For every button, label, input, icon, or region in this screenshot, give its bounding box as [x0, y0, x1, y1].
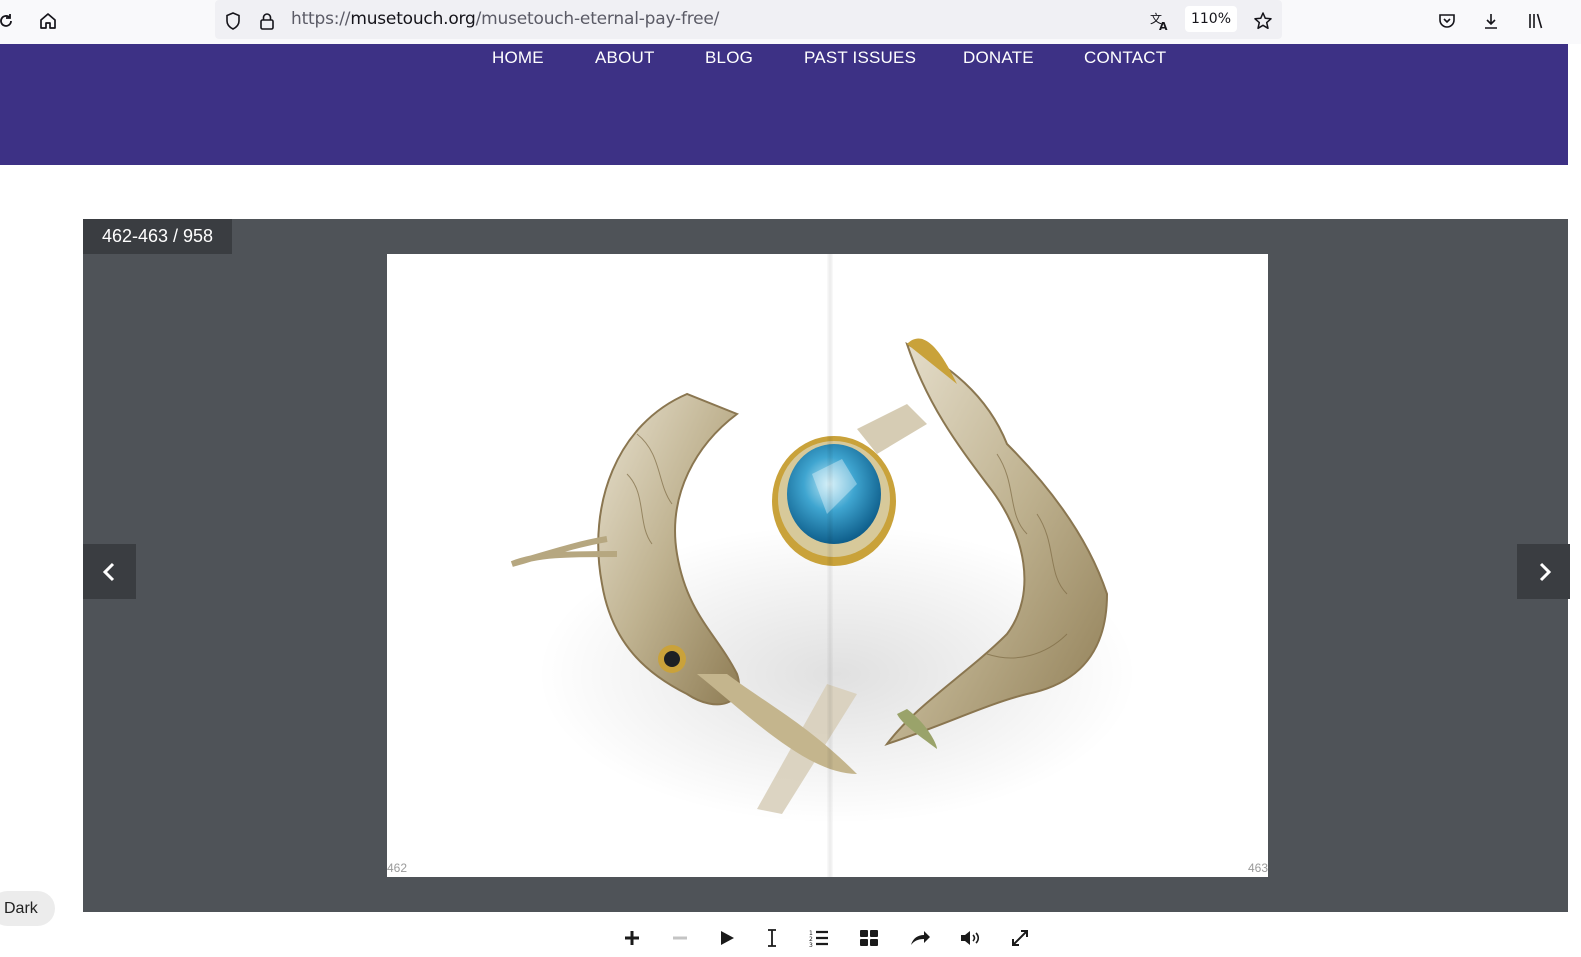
pocket-icon[interactable]	[1433, 7, 1461, 35]
share-button[interactable]	[906, 925, 934, 951]
zoom-in-icon	[625, 931, 639, 945]
nav-contact[interactable]: CONTACT	[1084, 48, 1166, 68]
reload-icon[interactable]	[0, 7, 20, 35]
chevron-left-icon	[102, 562, 114, 581]
chevron-right-icon	[1539, 562, 1551, 581]
home-icon[interactable]	[34, 7, 62, 35]
sound-icon	[961, 931, 980, 945]
right-page-number: 463	[1247, 861, 1268, 875]
lock-icon[interactable]	[253, 7, 281, 35]
shield-icon[interactable]	[219, 7, 247, 35]
fullscreen-button[interactable]	[1006, 925, 1034, 951]
dark-mode-toggle[interactable]: Dark	[0, 891, 55, 926]
sound-button[interactable]	[956, 925, 984, 951]
share-icon	[911, 931, 930, 945]
autoplay-button[interactable]	[713, 925, 741, 951]
download-icon[interactable]	[1477, 7, 1505, 35]
page-counter: 462-463 / 958	[83, 219, 232, 254]
previous-page-button[interactable]	[83, 544, 136, 599]
nav-past-issues[interactable]: PAST ISSUES	[804, 48, 916, 68]
bookmark-star-icon[interactable]	[1249, 7, 1277, 35]
thumbnails-icon	[860, 930, 878, 946]
play-icon	[721, 931, 734, 945]
book-spine	[827, 254, 833, 877]
text-select-button[interactable]	[758, 925, 786, 951]
zoom-in-button[interactable]	[618, 925, 646, 951]
zoom-out-icon	[673, 936, 687, 940]
fullscreen-icon	[1012, 930, 1028, 946]
zoom-out-button[interactable]	[666, 925, 694, 951]
zoom-level-badge[interactable]: 110%	[1185, 6, 1237, 32]
url-text[interactable]: https://musetouch.org/musetouch-eternal-…	[291, 9, 719, 29]
table-of-contents-icon: 123	[809, 930, 828, 947]
thumbnails-button[interactable]	[855, 925, 883, 951]
browser-toolbar: https://musetouch.org/musetouch-eternal-…	[0, 0, 1581, 44]
page-spread[interactable]: 462 463	[387, 254, 1268, 877]
table-of-contents-button[interactable]: 123	[805, 925, 833, 951]
nav-home[interactable]: HOME	[492, 48, 544, 68]
library-icon[interactable]	[1522, 7, 1550, 35]
svg-text:A: A	[1159, 20, 1168, 32]
nav-about[interactable]: ABOUT	[595, 48, 655, 68]
svg-text:3: 3	[809, 942, 813, 947]
site-navigation: HOME ABOUT BLOG PAST ISSUES DONATE CONTA…	[0, 44, 1568, 165]
translate-icon[interactable]: 文A	[1146, 7, 1174, 35]
next-page-button[interactable]	[1517, 544, 1570, 599]
nav-blog[interactable]: BLOG	[705, 48, 753, 68]
text-select-icon	[768, 929, 776, 947]
left-page-number: 462	[387, 861, 408, 875]
nav-donate[interactable]: DONATE	[963, 48, 1034, 68]
